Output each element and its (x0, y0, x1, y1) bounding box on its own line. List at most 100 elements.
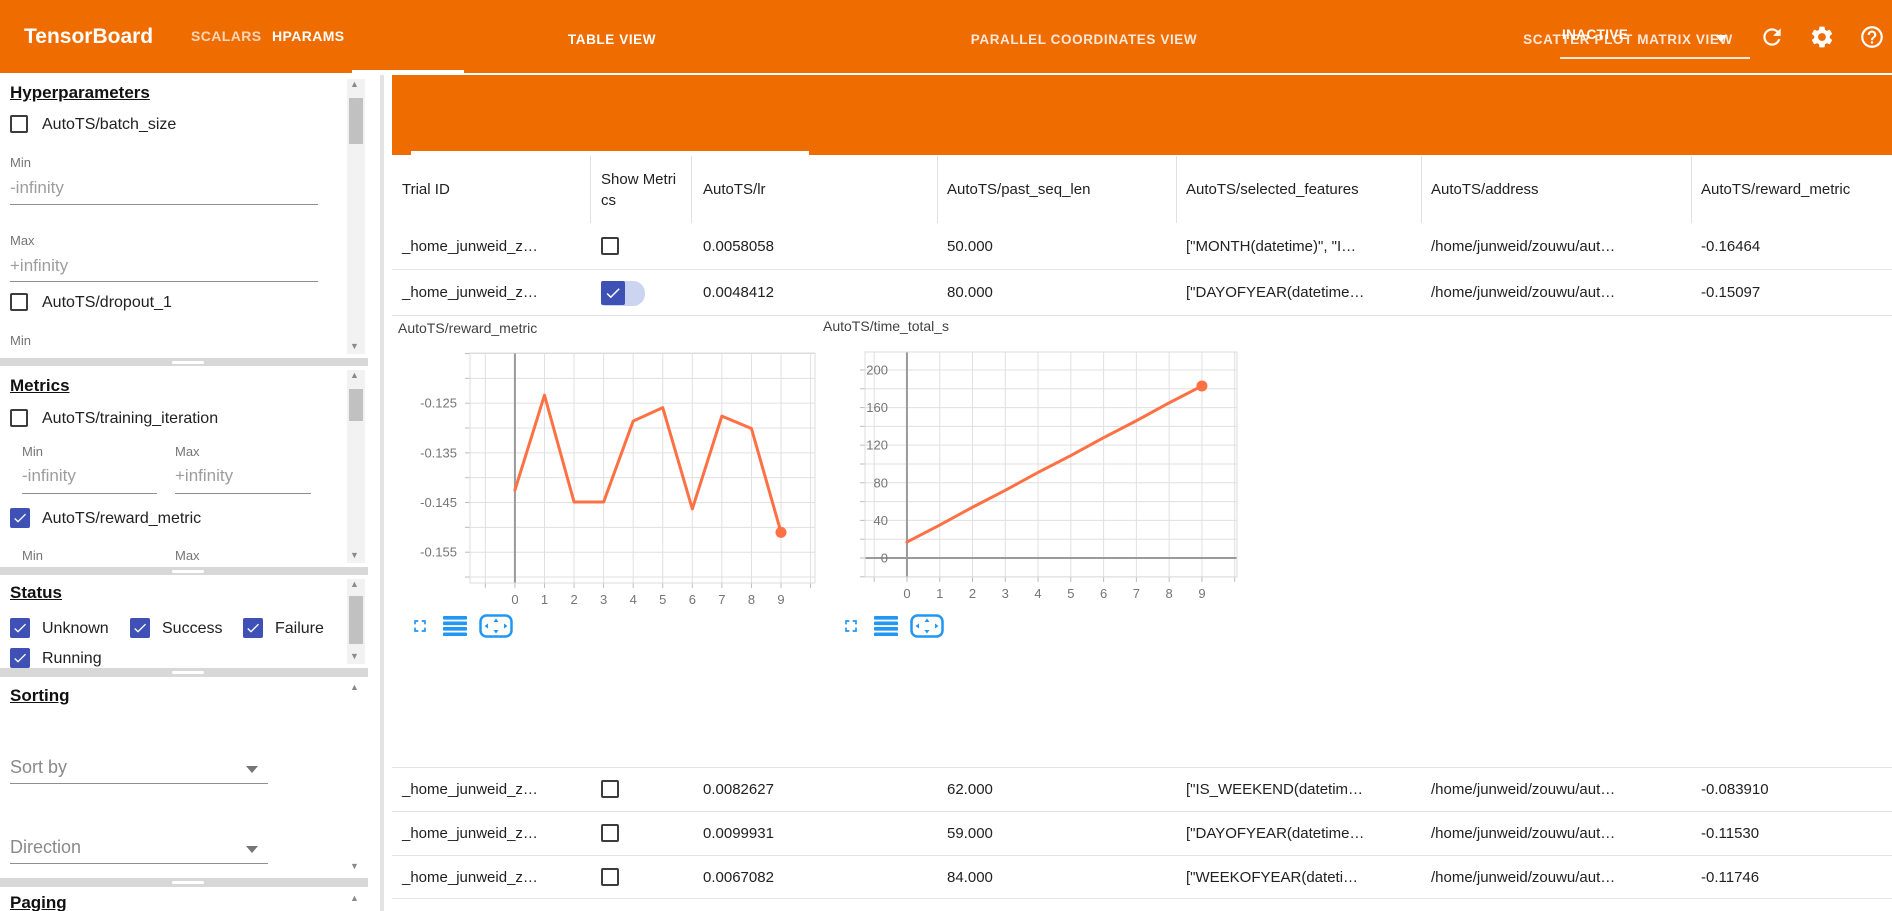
min-label: Min (10, 155, 31, 170)
scroll-down-icon[interactable]: ▼ (350, 651, 359, 661)
tab-scatter-plot-matrix-view[interactable]: SCATTER PLOT MATRIX VIEW (1523, 0, 1733, 80)
scroll-up-icon[interactable]: ▲ (350, 893, 359, 903)
column-header-trial-id[interactable]: Trial ID (402, 156, 582, 223)
svg-text:0: 0 (903, 586, 910, 601)
past-seq-len-cell: 80.000 (947, 270, 993, 316)
max-input-underline (10, 281, 318, 282)
sort-by-dropdown[interactable]: Sort by (10, 757, 67, 778)
scroll-up-icon[interactable]: ▲ (350, 682, 359, 692)
column-header-show-metrics[interactable]: Show Metrics (601, 156, 683, 223)
app-title: TensorBoard (24, 0, 153, 73)
status-unknown-label: Unknown (42, 620, 109, 638)
svg-text:9: 9 (1198, 586, 1205, 601)
table-row[interactable]: _home_junweid_z…0.008262762.000["IS_WEEK… (392, 768, 1892, 812)
pan-zoom-icon[interactable] (910, 614, 944, 643)
checkbox-check (601, 281, 625, 305)
scrollbar-thumb[interactable] (349, 389, 363, 421)
status-failure-label: Failure (275, 620, 324, 638)
pan-zoom-icon[interactable] (479, 614, 513, 643)
nav-tab-scalars[interactable]: SCALARS (191, 0, 261, 73)
status-running-checkbox[interactable] (10, 648, 30, 668)
time-total-line-chart[interactable]: 040801201602000123456789 (830, 345, 1255, 607)
table-row[interactable]: _home_junweid_z…0.006708284.000["WEEKOFY… (392, 856, 1892, 899)
paging-heading: Paging (10, 893, 67, 911)
svg-text:-0.125: -0.125 (420, 396, 457, 411)
column-header-lr[interactable]: AutoTS/lr (703, 156, 929, 223)
tab-parallel-coordinates-view[interactable]: PARALLEL COORDINATES VIEW (971, 0, 1198, 80)
reward-metric-label: AutoTS/reward_metric (42, 510, 201, 528)
batch-size-label: AutoTS/batch_size (42, 116, 176, 134)
status-success-checkbox[interactable] (130, 618, 150, 638)
scroll-down-icon[interactable]: ▼ (350, 341, 359, 351)
fullscreen-icon[interactable] (410, 616, 430, 641)
table-row[interactable]: _home_junweid_z…0.009993159.000["DAYOFYE… (392, 812, 1892, 856)
sidebar-splitter[interactable] (380, 75, 384, 911)
svg-text:7: 7 (718, 592, 725, 607)
show-metrics-checkbox[interactable] (601, 824, 619, 842)
column-header-address[interactable]: AutoTS/address (1431, 156, 1681, 223)
nav-tab-hparams[interactable]: HPARAMS (272, 0, 345, 73)
fullscreen-icon[interactable] (841, 616, 861, 641)
scroll-up-icon[interactable]: ▲ (350, 579, 359, 589)
status-running-label: Running (42, 650, 102, 668)
address-cell: /home/junweid/zouwu/aut… (1431, 812, 1615, 856)
section-resize-divider[interactable] (0, 567, 368, 575)
status-failure-checkbox[interactable] (243, 618, 263, 638)
hyperparameters-section: Hyperparameters AutoTS/batch_size Min -i… (0, 75, 368, 358)
column-header-selected-features[interactable]: AutoTS/selected_features (1186, 156, 1382, 223)
chevron-down-icon (246, 766, 258, 773)
scroll-up-icon[interactable]: ▲ (350, 79, 359, 89)
scroll-down-icon[interactable]: ▼ (350, 861, 359, 871)
address-cell: /home/junweid/zouwu/aut… (1431, 768, 1615, 812)
selected-features-cell: ["DAYOFYEAR(datetime… (1186, 270, 1364, 316)
dropout-1-checkbox[interactable] (10, 293, 28, 311)
show-metrics-checkbox[interactable] (601, 237, 619, 255)
refresh-icon[interactable] (1759, 24, 1785, 50)
help-icon[interactable] (1859, 24, 1885, 50)
show-metrics-checkbox[interactable] (601, 868, 619, 886)
svg-text:4: 4 (630, 592, 637, 607)
column-header-past-seq-len[interactable]: AutoTS/past_seq_len (947, 156, 1169, 223)
min-input[interactable]: -infinity (22, 466, 76, 486)
min-input-underline (22, 493, 157, 494)
table-row[interactable]: _home_junweid_z…0.005805850.000["MONTH(d… (392, 223, 1892, 270)
section-resize-divider[interactable] (0, 358, 368, 366)
data-table-icon[interactable] (874, 616, 898, 641)
column-header-reward-metric[interactable]: AutoTS/reward_metric (1701, 156, 1879, 223)
table-row[interactable]: _home_junweid_z…0.004841280.000["DAYOFYE… (392, 270, 1892, 316)
section-resize-divider[interactable] (0, 878, 368, 887)
selected-features-cell: ["WEEKOFYEAR(dateti… (1186, 856, 1358, 899)
data-table-icon[interactable] (443, 616, 467, 641)
view-tab-bar (392, 75, 1892, 155)
direction-dropdown[interactable]: Direction (10, 837, 81, 858)
svg-text:-0.145: -0.145 (420, 495, 457, 510)
scroll-down-icon[interactable]: ▼ (350, 550, 359, 560)
status-unknown-checkbox[interactable] (10, 618, 30, 638)
past-seq-len-cell: 59.000 (947, 812, 993, 856)
show-metrics-checkbox-checked[interactable] (601, 281, 645, 306)
reward-metric-line-chart[interactable]: -0.125-0.135-0.145-0.1550123456789 (392, 345, 822, 607)
scrollbar-thumb[interactable] (349, 596, 363, 644)
batch-size-checkbox[interactable] (10, 115, 28, 133)
svg-text:2: 2 (570, 592, 577, 607)
reward-metric-checkbox[interactable] (10, 508, 30, 528)
gear-icon[interactable] (1809, 24, 1835, 50)
svg-text:5: 5 (1067, 586, 1074, 601)
scrollbar-thumb[interactable] (349, 98, 363, 144)
dropout-1-label: AutoTS/dropout_1 (42, 294, 172, 312)
svg-text:160: 160 (866, 400, 888, 415)
max-input[interactable]: +infinity (10, 256, 68, 276)
scroll-up-icon[interactable]: ▲ (350, 370, 359, 380)
reward-metric-cell: -0.11530 (1701, 812, 1759, 856)
column-separator (590, 156, 591, 223)
drag-handle (172, 361, 204, 364)
direction-underline (10, 863, 268, 864)
section-resize-divider[interactable] (0, 668, 368, 677)
tab-table-view[interactable]: TABLE VIEW (568, 0, 656, 80)
tensorboard-app: TensorBoard SCALARS HPARAMS INACTIVE Hyp… (0, 0, 1892, 911)
min-input[interactable]: -infinity (10, 178, 64, 198)
max-input[interactable]: +infinity (175, 466, 233, 486)
reward-metric-cell: -0.083910 (1701, 768, 1769, 812)
training-iteration-checkbox[interactable] (10, 409, 28, 427)
show-metrics-checkbox[interactable] (601, 780, 619, 798)
